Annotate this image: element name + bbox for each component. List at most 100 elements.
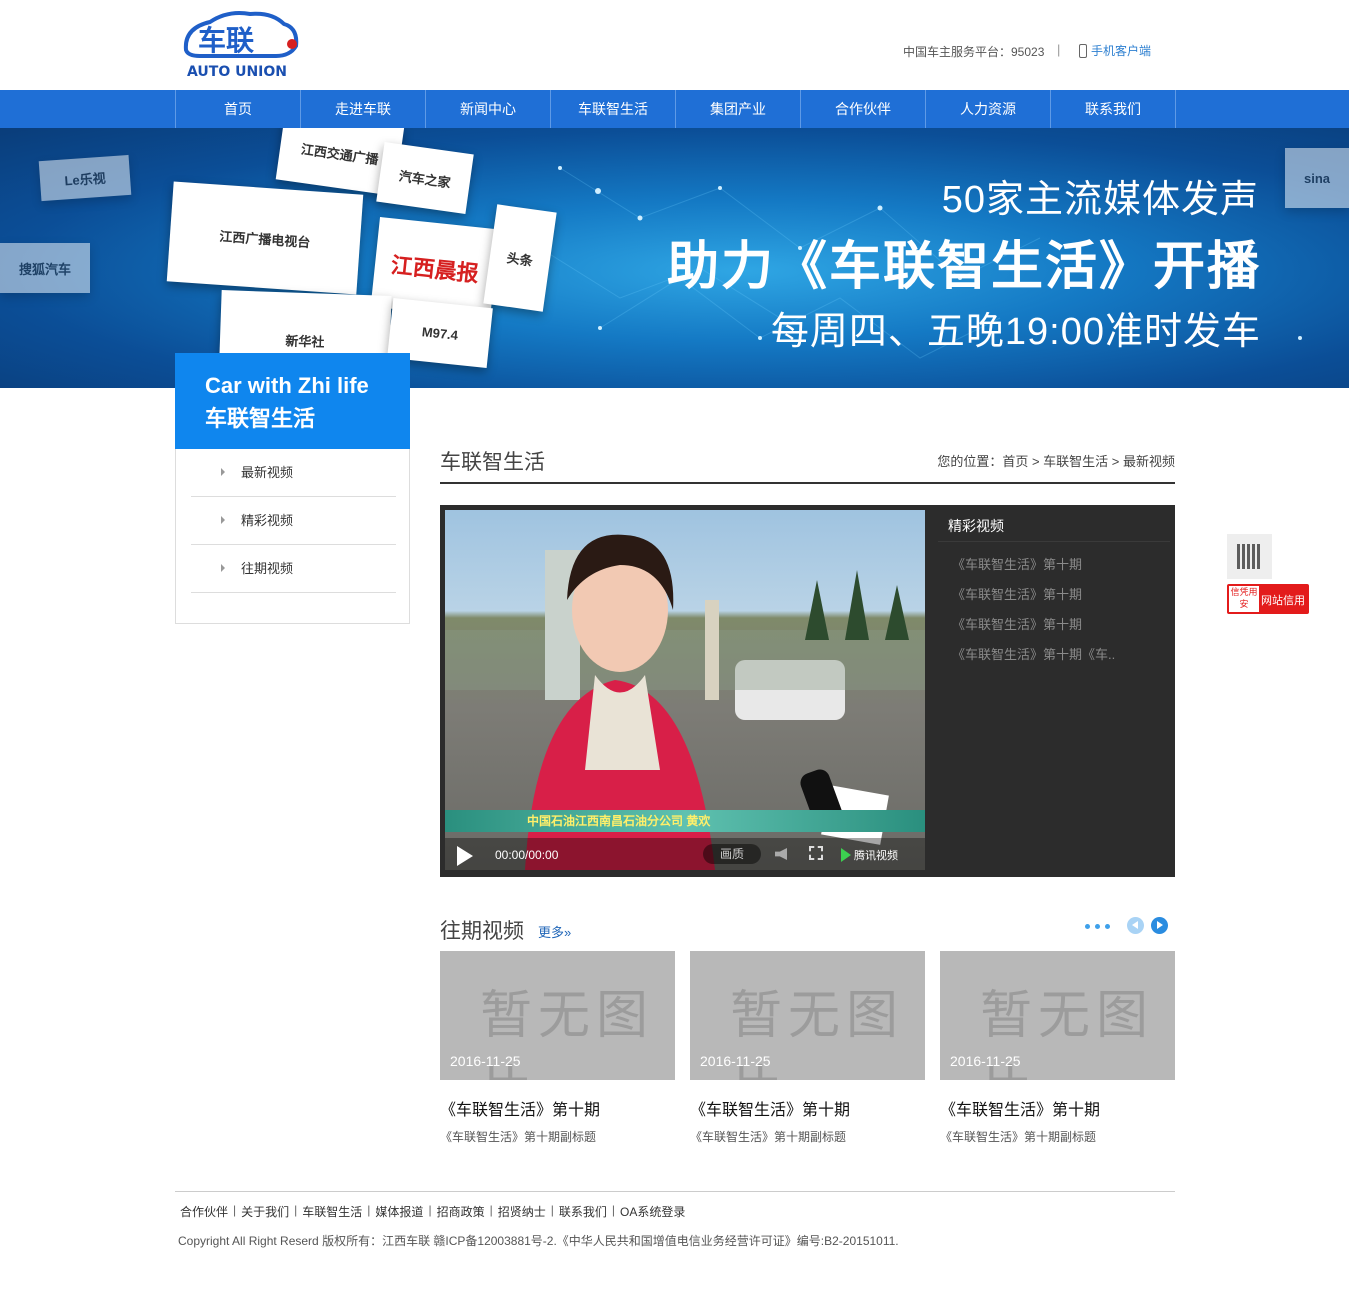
nav-item-contact[interactable]: 联系我们 [1051,90,1176,128]
video-card-title[interactable]: 《车联智生活》第十期 [440,1096,675,1120]
logo-cn-text: 车联 [198,24,254,57]
footer-separator: | [233,1203,237,1217]
volume-icon[interactable] [775,848,787,860]
quality-button[interactable]: 画质 [703,844,761,864]
video-card-subtitle: 《车联智生活》第十期副标题 [940,1130,1097,1144]
footer-separator: | [550,1203,554,1217]
footer-separator: | [367,1203,371,1217]
hotline: 中国车主服务平台：95023 [903,45,1045,59]
dot[interactable] [1085,924,1090,929]
footer-link-jobs[interactable]: 招贤纳士 [498,1203,546,1220]
carousel-next-button[interactable] [1151,917,1168,934]
banner-headline-2: 助力《车联智生活》开播 [666,238,1261,296]
sidebar-menu: 最新视频 精彩视频 往期视频 [175,449,410,624]
nav-item-partners[interactable]: 合作伙伴 [801,90,926,128]
video-card[interactable]: 暂无图片 2016-11-25 《车联智生活》第十期 《车联智生活》第十期副标题 [440,951,675,1145]
qr-code[interactable] [1227,534,1272,579]
video-card-title[interactable]: 《车联智生活》第十期 [690,1096,925,1120]
sidebar-item-latest[interactable]: 最新视频 [191,449,396,497]
play-icon[interactable] [457,846,473,866]
playlist-item[interactable]: 《车联智生活》第十期《车.. [952,644,1162,663]
dot[interactable] [1095,924,1100,929]
sidebar-item-label: 往期视频 [241,561,294,576]
video-player[interactable]: 中国石油江西南昌石油分公司 黄欢 00:00/00:00 画质 腾讯视频 [445,510,925,870]
auto-union-logo[interactable]: 车联 AUTO UNION [180,6,302,82]
caret-right-icon [221,564,225,572]
qr-code-icon [1237,544,1262,569]
video-player-box: 中国石油江西南昌石油分公司 黄欢 00:00/00:00 画质 腾讯视频 精彩视… [440,505,1175,877]
hero-banner[interactable]: Le乐视 搜狐汽车 sina 江西交通广播 汽车之家 江西广播电视台 江西晨报 … [0,128,1349,388]
sidebar-item-label: 最新视频 [241,465,294,480]
video-date: 2016-11-25 [700,1053,771,1069]
past-videos-title: 往期视频 [440,920,524,943]
footer-separator: | [611,1203,615,1217]
footer-link-media[interactable]: 媒体报道 [375,1203,423,1220]
video-card[interactable]: 暂无图片 2016-11-25 《车联智生活》第十期 《车联智生活》第十期副标题 [690,951,925,1145]
video-card-subtitle: 《车联智生活》第十期副标题 [690,1130,847,1144]
carousel-dots[interactable] [1085,924,1110,929]
mobile-client-label: 手机客户端 [1091,44,1152,58]
video-time: 00:00/00:00 [495,848,559,862]
caret-right-icon [221,468,225,476]
media-card-le: Le乐视 [38,154,132,202]
sidebar-item-past[interactable]: 往期视频 [191,545,396,593]
playlist-item[interactable]: 《车联智生活》第十期 [952,554,1162,573]
sidebar-title-cn: 车联智生活 [205,406,316,431]
sidebar-header: Car with Zhi life 车联智生活 [175,353,410,449]
tencent-play-icon [841,848,851,862]
nav-item-news[interactable]: 新闻中心 [426,90,551,128]
footer-link-contact[interactable]: 联系我们 [559,1203,607,1220]
dot[interactable] [1105,924,1110,929]
sidebar-item-featured[interactable]: 精彩视频 [191,497,396,545]
sidebar-title-en: Car with Zhi life [205,373,369,398]
video-card-title[interactable]: 《车联智生活》第十期 [940,1096,1175,1120]
featured-playlist: 精彩视频 《车联智生活》第十期 《车联智生活》第十期 《车联智生活》第十期 《车… [938,510,1170,872]
banner-headline-1: 50家主流媒体发声 [941,179,1259,221]
footer-link-about[interactable]: 关于我们 [241,1203,289,1220]
playlist-item[interactable]: 《车联智生活》第十期 [952,584,1162,603]
video-card[interactable]: 暂无图片 2016-11-25 《车联智生活》第十期 《车联智生活》第十期副标题 [940,951,1175,1145]
video-thumbnail[interactable]: 暂无图片 2016-11-25 [440,951,675,1080]
media-card-jx-tv: 江西广播电视台 [166,181,364,295]
breadcrumb[interactable]: 您的位置：首页 > 车联智生活 > 最新视频 [937,451,1175,470]
media-card-sina: sina [1285,148,1349,208]
nav-item-hr[interactable]: 人力资源 [926,90,1051,128]
copyright: Copyright All Right Reserd 版权所有：江西车联 赣IC… [178,1234,899,1248]
video-card-subtitle: 《车联智生活》第十期副标题 [440,1130,597,1144]
nav-item-home[interactable]: 首页 [176,90,301,128]
caret-right-icon [221,516,225,524]
footer-link-policy[interactable]: 招商政策 [437,1203,485,1220]
playlist-item[interactable]: 《车联智生活》第十期 [952,614,1162,633]
footer-separator: | [489,1203,493,1217]
footer-link-zhi-life[interactable]: 车联智生活 [302,1203,362,1220]
carousel-prev-button[interactable] [1127,917,1144,934]
title-divider [440,482,1175,484]
playlist-title: 精彩视频 [938,510,1170,542]
video-date: 2016-11-25 [950,1053,1021,1069]
media-card-sohu: 搜狐汽车 [0,243,90,293]
nav-item-about[interactable]: 走进车联 [301,90,426,128]
header-separator: | [1057,42,1061,57]
arrow-left-icon [1132,921,1138,929]
more-link[interactable]: 更多» [538,922,571,941]
sidebar-item-label: 精彩视频 [241,513,294,528]
video-thumbnail[interactable]: 暂无图片 2016-11-25 [690,951,925,1080]
media-card-autohome: 汽车之家 [376,142,474,214]
video-caption: 中国石油江西南昌石油分公司 黄欢 [445,810,925,832]
tencent-video-logo[interactable]: 腾讯视频 [841,847,898,863]
brand-label: 腾讯视频 [854,850,898,862]
footer-links: 合作伙伴 | 关于我们 | 车联智生活 | 媒体报道 | 招商政策 | 招贤纳士 | 联系我… [180,1203,685,1220]
footer-link-oa-login[interactable]: OA系统登录 [620,1203,685,1220]
footer-link-partners[interactable]: 合作伙伴 [180,1203,228,1220]
footer-divider [175,1191,1175,1192]
page-title: 车联智生活 [440,451,545,474]
mobile-client-link[interactable]: 手机客户端 [1079,42,1151,59]
fullscreen-icon[interactable] [809,846,823,860]
logo-en-text: AUTO UNION [187,64,287,80]
nav-item-group[interactable]: 集团产业 [676,90,801,128]
site-credit-badge[interactable]: 信凭用安 网站信用 [1227,584,1309,614]
video-thumbnail[interactable]: 暂无图片 2016-11-25 [940,951,1175,1080]
video-date: 2016-11-25 [450,1053,521,1069]
nav-item-zhi-life[interactable]: 车联智生活 [551,90,676,128]
arrow-right-icon [1157,921,1163,929]
